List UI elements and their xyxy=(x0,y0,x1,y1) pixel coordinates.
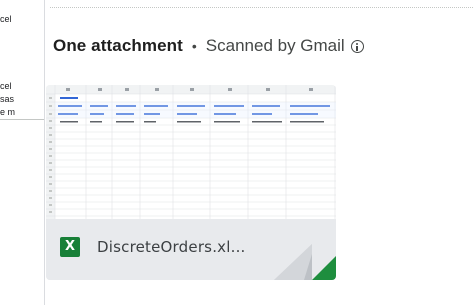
page-fold-icon xyxy=(274,244,336,280)
attachments-title: One attachment xyxy=(53,36,183,55)
attachment-filename[interactable]: DiscreteOrders.xl... xyxy=(97,237,246,257)
message-fragment: cel xyxy=(0,81,12,91)
attachment-card[interactable]: X DiscreteOrders.xl... xyxy=(46,85,336,280)
pane-border xyxy=(44,0,45,305)
message-fragment: cel xyxy=(0,14,12,24)
excel-file-icon: X xyxy=(60,237,80,257)
attachment-preview[interactable] xyxy=(46,85,336,219)
header-separator: • xyxy=(191,38,197,54)
message-divider xyxy=(50,7,473,8)
pane-divider xyxy=(0,119,44,120)
attachments-header: One attachment • Scanned by Gmail xyxy=(53,33,364,59)
info-icon[interactable] xyxy=(350,39,364,53)
attachment-footer[interactable]: X DiscreteOrders.xl... xyxy=(46,219,336,280)
message-fragment: e m xyxy=(0,107,16,117)
scanned-by-label: Scanned by Gmail xyxy=(205,36,345,55)
message-fragment: sas xyxy=(0,94,15,104)
message-list-pane: cel cel sas e m xyxy=(0,0,44,305)
spreadsheet-thumbnail xyxy=(46,85,336,219)
